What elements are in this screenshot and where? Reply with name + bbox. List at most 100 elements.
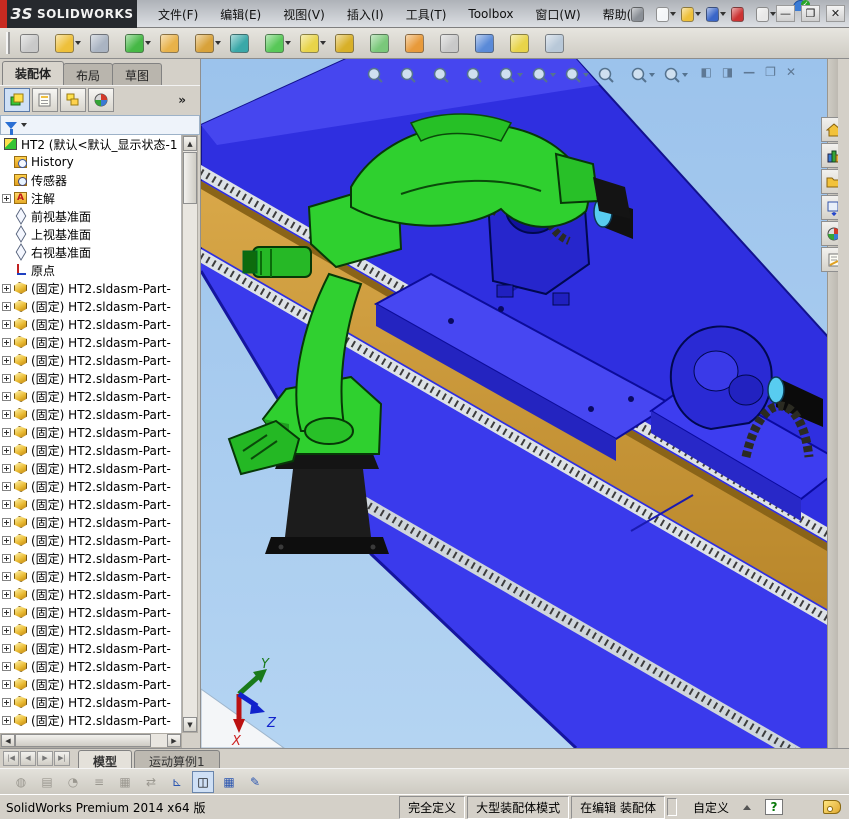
hide-show-items-icon[interactable] xyxy=(561,63,592,87)
quick-access-button[interactable] xyxy=(630,3,652,25)
menu-item[interactable]: 工具(T) xyxy=(396,2,457,27)
restore-button[interactable]: ❐ xyxy=(801,5,820,22)
tree-row[interactable]: 右视基准面 xyxy=(0,243,181,261)
tree-row[interactable]: (固定) HT2.sldasm-Part- xyxy=(0,279,181,297)
view-orientation-icon[interactable] xyxy=(495,63,526,87)
tree-row[interactable]: (固定) HT2.sldasm-Part- xyxy=(0,657,181,675)
tree-root-row[interactable]: HT2 (默认<默认_显示状态-1 xyxy=(0,135,181,153)
explode-line-sketch-button[interactable] xyxy=(437,30,469,56)
tree-row[interactable]: (固定) HT2.sldasm-Part- xyxy=(0,639,181,657)
minimize-button[interactable]: — xyxy=(776,5,795,22)
tree-row[interactable]: (固定) HT2.sldasm-Part- xyxy=(0,333,181,351)
tag-icon[interactable] xyxy=(823,800,841,814)
appearances-scenes-icon[interactable] xyxy=(821,221,838,246)
tree-row[interactable]: (固定) HT2.sldasm-Part- xyxy=(0,459,181,477)
open-part-button[interactable] xyxy=(52,30,84,56)
tab-nav-button[interactable]: ▶ xyxy=(37,751,53,766)
assembly-xpert-button[interactable] xyxy=(507,30,539,56)
tree-row[interactable]: (固定) HT2.sldasm-Part- xyxy=(0,531,181,549)
expand-icon[interactable] xyxy=(2,193,11,203)
chart-axes-icon[interactable]: ⊾ xyxy=(166,771,188,793)
tab-nav-button[interactable]: |◀ xyxy=(3,751,19,766)
expand-icon[interactable] xyxy=(2,319,11,329)
results-icon[interactable]: ≡ xyxy=(88,771,110,793)
tree-row[interactable]: 传感器 xyxy=(0,171,181,189)
document-tab[interactable]: 模型 xyxy=(78,749,133,769)
scroll-left-button[interactable]: ◀ xyxy=(1,734,15,747)
tree-row[interactable]: 上视基准面 xyxy=(0,225,181,243)
quick-access-button[interactable] xyxy=(730,3,752,25)
tab-nav-button[interactable]: ▶| xyxy=(54,751,70,766)
graphics-viewport[interactable]: X Y Z ◧ ◨ — ❐ ✕ xyxy=(200,59,838,748)
tree-vertical-scrollbar[interactable]: ▲ ▼ xyxy=(182,135,198,733)
panel-tab[interactable]: 草图 xyxy=(112,63,163,85)
tree-row[interactable]: (固定) HT2.sldasm-Part- xyxy=(0,441,181,459)
view-palette-icon[interactable] xyxy=(821,195,838,220)
tree-row[interactable]: 前视基准面 xyxy=(0,207,181,225)
tree-row[interactable]: (固定) HT2.sldasm-Part- xyxy=(0,405,181,423)
status-custom-dropdown[interactable]: 自定义 xyxy=(679,797,765,818)
expand-icon[interactable] xyxy=(2,625,11,635)
expand-icon[interactable] xyxy=(2,301,11,311)
panel-tab[interactable]: 布局 xyxy=(63,63,114,85)
tree-row[interactable]: (固定) HT2.sldasm-Part- xyxy=(0,495,181,513)
tree-row[interactable]: (固定) HT2.sldasm-Part- xyxy=(0,693,181,711)
tab-nav-button[interactable]: ◀ xyxy=(20,751,36,766)
expand-icon[interactable] xyxy=(2,355,11,365)
expand-icon[interactable] xyxy=(2,517,11,527)
expand-icon[interactable] xyxy=(2,391,11,401)
tree-row[interactable]: (固定) HT2.sldasm-Part- xyxy=(0,315,181,333)
exploded-view-button[interactable] xyxy=(402,30,434,56)
tree-row[interactable]: 注解 xyxy=(0,189,181,207)
tree-horizontal-scrollbar[interactable]: ◀ ▶ xyxy=(0,733,182,748)
show-hidden-components-button[interactable] xyxy=(227,30,259,56)
dock-right-button[interactable]: ◨ xyxy=(722,65,733,79)
quick-access-button[interactable] xyxy=(655,3,677,25)
take-snapshot-button[interactable] xyxy=(542,30,574,56)
tree-row[interactable]: (固定) HT2.sldasm-Part- xyxy=(0,585,181,603)
toolbar-grip[interactable] xyxy=(6,32,10,54)
dock-left-button[interactable]: ◧ xyxy=(700,65,711,79)
quick-tips-help-button[interactable]: ? xyxy=(765,799,783,815)
quick-access-button[interactable] xyxy=(680,3,702,25)
mates-grid-icon[interactable]: ▦ xyxy=(114,771,136,793)
section-view-icon[interactable] xyxy=(462,63,493,87)
table-icon[interactable]: ▦ xyxy=(218,771,240,793)
solidworks-resources-icon[interactable] xyxy=(821,117,838,142)
file-explorer-icon[interactable] xyxy=(821,169,838,194)
featuremanager-tree-icon[interactable] xyxy=(4,87,30,112)
apply-scene-icon[interactable] xyxy=(627,63,658,87)
insert-component-button[interactable] xyxy=(17,30,49,56)
tree-row[interactable]: (固定) HT2.sldasm-Part- xyxy=(0,711,181,729)
tree-row[interactable]: History xyxy=(0,153,181,171)
edit-appearance-icon[interactable] xyxy=(594,63,625,87)
tree-row[interactable]: (固定) HT2.sldasm-Part- xyxy=(0,297,181,315)
reference-geometry-button[interactable] xyxy=(297,30,329,56)
bill-of-materials-button[interactable] xyxy=(367,30,399,56)
expand-icon[interactable] xyxy=(2,607,11,617)
expand-icon[interactable] xyxy=(2,535,11,545)
close-button[interactable]: ✕ xyxy=(826,5,845,22)
configurationmanager-icon[interactable] xyxy=(60,87,86,112)
panel-overflow-chevron[interactable]: » xyxy=(178,93,186,107)
tree-row[interactable]: (固定) HT2.sldasm-Part- xyxy=(0,675,181,693)
menu-item[interactable]: 文件(F) xyxy=(148,2,208,27)
expand-icon[interactable] xyxy=(2,499,11,509)
expand-icon[interactable] xyxy=(2,445,11,455)
minimize-view-button[interactable]: — xyxy=(743,65,755,79)
expand-icon[interactable] xyxy=(2,427,11,437)
panel-tab[interactable]: 装配体 xyxy=(2,61,65,85)
menu-item[interactable]: 窗口(W) xyxy=(525,2,590,27)
expand-icon[interactable] xyxy=(2,661,11,671)
tree-row[interactable]: (固定) HT2.sldasm-Part- xyxy=(0,603,181,621)
menu-item[interactable]: 插入(I) xyxy=(337,2,394,27)
zoom-to-fit-icon[interactable] xyxy=(363,63,394,87)
tree-row[interactable]: (固定) HT2.sldasm-Part- xyxy=(0,621,181,639)
tree-row[interactable]: (固定) HT2.sldasm-Part- xyxy=(0,477,181,495)
propertymanager-icon[interactable] xyxy=(32,87,58,112)
zoom-to-area-icon[interactable] xyxy=(396,63,427,87)
tree-filter-bar[interactable] xyxy=(0,115,200,136)
expand-icon[interactable] xyxy=(2,283,11,293)
scroll-thumb[interactable] xyxy=(15,734,151,747)
key-properties-icon[interactable]: ⇄ xyxy=(140,771,162,793)
